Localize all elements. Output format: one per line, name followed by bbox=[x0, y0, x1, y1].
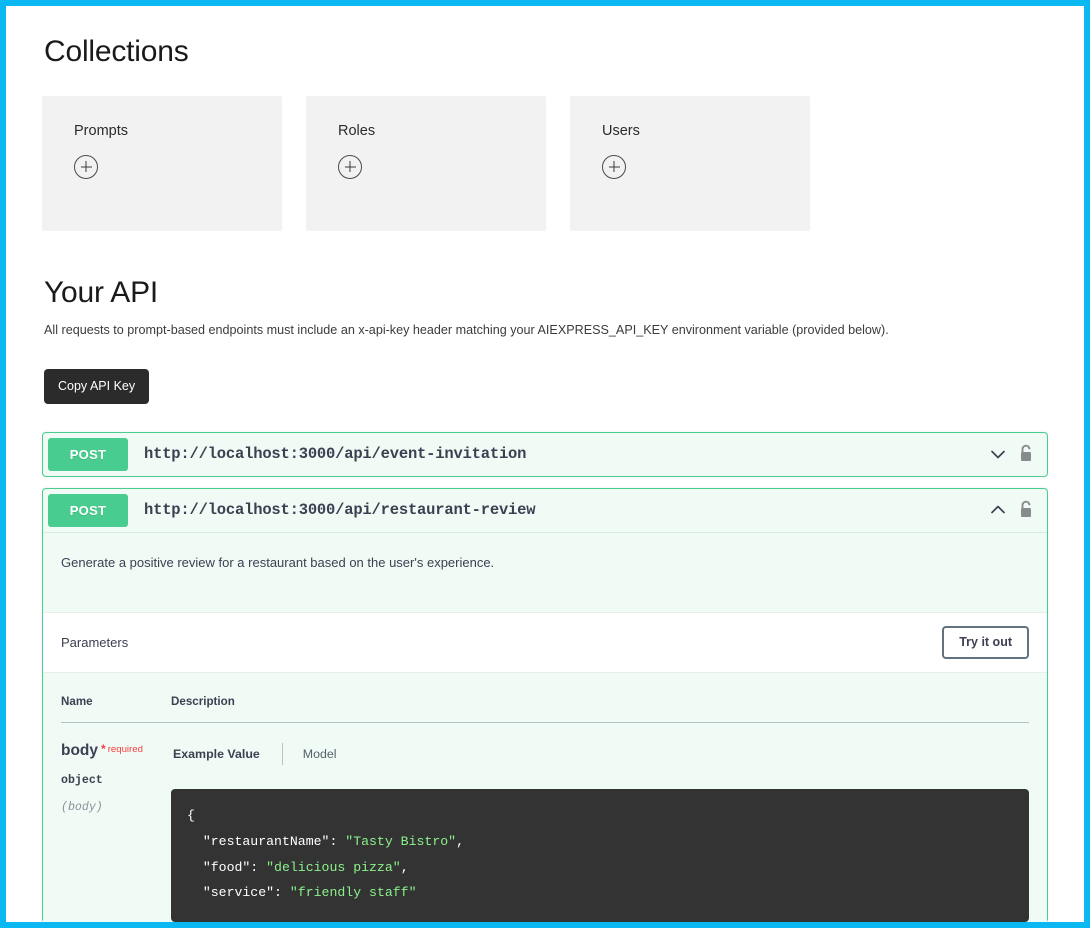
http-method-badge: POST bbox=[48, 493, 128, 527]
collection-card-title: Users bbox=[602, 123, 640, 139]
api-description: All requests to prompt-based endpoints m… bbox=[44, 323, 889, 337]
add-role-button[interactable] bbox=[338, 154, 362, 179]
endpoint-path: http://localhost:3000/api/event-invitati… bbox=[144, 445, 527, 464]
opblock-body: Generate a positive review for a restaur… bbox=[43, 531, 1047, 922]
endpoint-description: Generate a positive review for a restaur… bbox=[43, 532, 1047, 613]
chevron-up-icon[interactable] bbox=[987, 499, 1009, 521]
parameter-name: body * required bbox=[61, 743, 171, 759]
page-title-collections: Collections bbox=[44, 35, 189, 68]
example-model-tabs: Example Value Model bbox=[171, 743, 1029, 766]
http-method-badge: POST bbox=[48, 437, 128, 471]
parameter-name-cell: body * required object (body) bbox=[61, 723, 171, 922]
parameter-location: (body) bbox=[61, 801, 103, 815]
opblock-summary[interactable]: POST http://localhost:3000/api/event-inv… bbox=[43, 433, 1047, 476]
parameter-type: object bbox=[61, 773, 103, 787]
opblock-summary[interactable]: POST http://localhost:3000/api/restauran… bbox=[43, 489, 1047, 532]
parameters-table-container: Name Description body * required object … bbox=[43, 673, 1047, 922]
screenshot-frame: Collections Prompts Roles Users Your API… bbox=[0, 0, 1090, 928]
add-user-button[interactable] bbox=[602, 154, 626, 179]
required-star-icon: * bbox=[101, 742, 106, 757]
add-prompt-button[interactable] bbox=[74, 154, 98, 179]
parameter-description-cell: Example Value Model { "restaurantName": … bbox=[171, 723, 1029, 922]
chevron-down-icon[interactable] bbox=[987, 443, 1009, 465]
parameters-label: Parameters bbox=[61, 635, 129, 651]
page-title-your-api: Your API bbox=[44, 276, 159, 309]
table-row: body * required object (body) Example Valu… bbox=[61, 723, 1029, 922]
collection-card-users[interactable]: Users bbox=[570, 96, 810, 231]
column-header-description: Description bbox=[171, 695, 1029, 724]
tab-example-value[interactable]: Example Value bbox=[173, 748, 282, 761]
copy-api-key-button[interactable]: Copy API Key bbox=[44, 369, 150, 404]
opblock-event-invitation[interactable]: POST http://localhost:3000/api/event-inv… bbox=[42, 431, 1048, 477]
unlock-icon[interactable] bbox=[1017, 443, 1035, 465]
collection-card-prompts[interactable]: Prompts bbox=[42, 96, 282, 231]
page-content: Collections Prompts Roles Users Your API… bbox=[6, 34, 1084, 922]
required-label: required bbox=[107, 744, 143, 756]
swagger-operations-list: POST http://localhost:3000/api/event-inv… bbox=[42, 431, 1048, 922]
endpoint-path: http://localhost:3000/api/restaurant-rev… bbox=[144, 501, 536, 520]
opblock-restaurant-review[interactable]: POST http://localhost:3000/api/restauran… bbox=[42, 487, 1048, 922]
try-it-out-button[interactable]: Try it out bbox=[942, 626, 1029, 660]
column-header-name: Name bbox=[61, 695, 171, 724]
collection-card-roles[interactable]: Roles bbox=[306, 96, 546, 231]
parameters-header: Parameters Try it out bbox=[43, 612, 1047, 674]
collection-card-title: Roles bbox=[338, 123, 376, 139]
parameter-name-text: body bbox=[61, 742, 99, 760]
collection-card-title: Prompts bbox=[74, 123, 128, 139]
table-header-row: Name Description bbox=[61, 695, 1029, 724]
unlock-icon[interactable] bbox=[1017, 499, 1035, 521]
collections-card-grid: Prompts Roles Users bbox=[42, 96, 1048, 231]
page-scroll-container[interactable]: Collections Prompts Roles Users Your API… bbox=[6, 6, 1084, 922]
tab-model[interactable]: Model bbox=[283, 748, 337, 761]
parameters-table: Name Description body * required object … bbox=[61, 695, 1029, 922]
example-value-code-block[interactable]: { "restaurantName": "Tasty Bistro", "foo… bbox=[171, 789, 1029, 922]
